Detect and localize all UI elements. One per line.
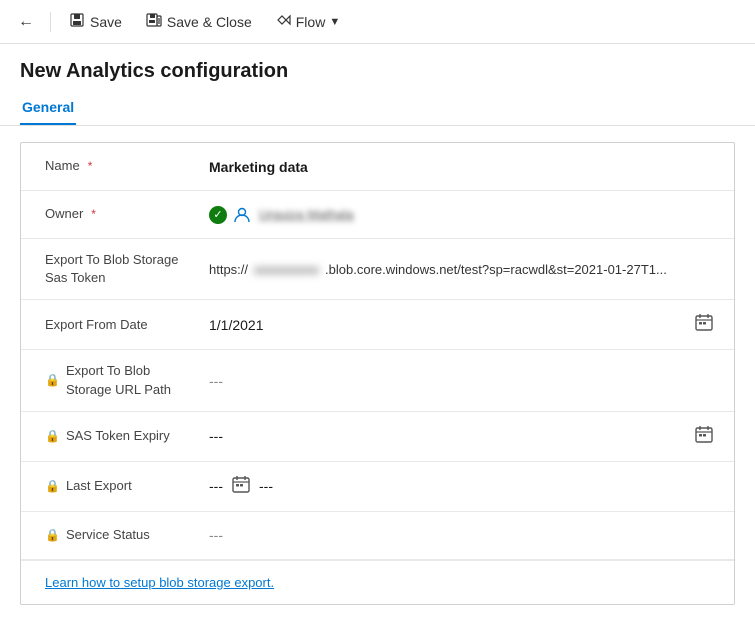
date-value-export[interactable]: 1/1/2021 [209,317,688,333]
field-label-export-blob-url: 🔒 Export To Blob Storage URL Path [21,358,201,402]
save-label: Save [90,14,122,30]
last-export-value2: --- [259,478,273,494]
field-label-owner: Owner * [21,201,201,227]
required-star-name: * [88,158,93,175]
url-blurred: xxxxxxxxxx [254,262,319,277]
field-row-name: Name * Marketing data [21,143,734,191]
url-prefix: https:// [209,262,248,277]
form-container: Name * Marketing data Owner * ✓ Urquiza … [20,142,735,605]
field-row-export-blob-sas: Export To Blob Storage Sas Token https:/… [21,239,734,300]
tabs: General [0,91,755,126]
field-label-name: Name * [21,153,201,179]
field-value-name[interactable]: Marketing data [201,155,734,179]
learn-link[interactable]: Learn how to setup blob storage export. [21,560,734,604]
field-row-sas-expiry: 🔒 SAS Token Expiry --- [21,412,734,462]
field-value-last-export: --- --- [201,470,734,503]
back-icon: ← [18,13,34,31]
field-row-service-status: 🔒 Service Status --- [21,512,734,560]
lock-icon-sas: 🔒 [45,428,60,445]
save-close-icon [146,12,162,31]
field-value-export-from-date: 1/1/2021 [201,308,734,341]
field-label-last-export: 🔒 Last Export [21,473,201,499]
flow-dropdown-icon: ▼ [329,16,340,28]
field-value-sas-expiry: --- [201,420,734,453]
field-label-sas-expiry: 🔒 SAS Token Expiry [21,423,201,449]
field-label-export-blob-sas: Export To Blob Storage Sas Token [21,247,201,291]
field-label-export-from-date: Export From Date [21,312,201,338]
sas-expiry-value: --- [209,428,688,444]
field-value-export-blob-sas[interactable]: https:// xxxxxxxxxx .blob.core.windows.net… [201,258,734,281]
page-title: New Analytics configuration [0,44,755,91]
back-button[interactable]: ← [10,6,42,38]
lock-icon-last-export: 🔒 [45,478,60,495]
field-value-service-status: --- [201,523,734,547]
field-value-export-blob-url: --- [201,369,734,393]
calendar-icon-sas-expiry[interactable] [694,424,714,449]
save-close-label: Save & Close [167,14,252,30]
save-close-button[interactable]: Save & Close [136,7,262,36]
lock-icon-url: 🔒 [45,372,60,389]
calendar-icon-last-export[interactable] [231,474,251,499]
save-button[interactable]: Save [59,7,132,36]
flow-label: Flow [296,14,326,30]
owner-check-icon: ✓ [209,206,227,224]
last-export-value1: --- [209,478,223,494]
toolbar: ← Save Save & Close [0,0,755,44]
toolbar-divider [50,12,51,32]
owner-name-value[interactable]: Urquiza Mathala [259,207,354,222]
required-star-owner: * [91,206,96,223]
field-row-owner: Owner * ✓ Urquiza Mathala [21,191,734,239]
flow-button[interactable]: Flow ▼ [266,7,350,36]
url-suffix: .blob.core.windows.net/test?sp=racwdl&st… [325,262,667,277]
field-value-owner: ✓ Urquiza Mathala [201,201,734,229]
calendar-icon-export-from-date[interactable] [694,312,714,337]
lock-icon-service-status: 🔒 [45,527,60,544]
field-label-service-status: 🔒 Service Status [21,522,201,548]
tab-general[interactable]: General [20,91,76,125]
owner-person-icon [233,205,253,225]
field-row-export-blob-url: 🔒 Export To Blob Storage URL Path --- [21,350,734,411]
save-icon [69,12,85,31]
flow-icon [276,12,292,31]
field-row-export-from-date: Export From Date 1/1/2021 [21,300,734,350]
field-row-last-export: 🔒 Last Export --- --- [21,462,734,512]
